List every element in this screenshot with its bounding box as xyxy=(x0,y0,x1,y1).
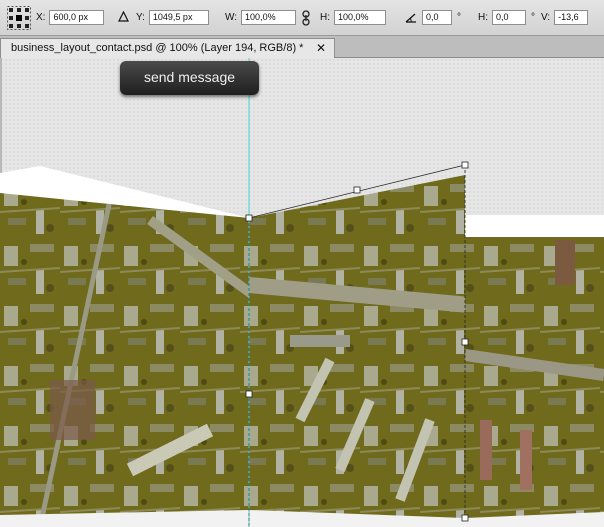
aerial-photo-right xyxy=(465,237,604,527)
hskew-label: H: xyxy=(478,12,488,23)
vskew-field[interactable]: -13,6 xyxy=(554,10,589,25)
w-label: W: xyxy=(225,12,238,23)
paper-strip-right xyxy=(465,215,604,238)
hskew-degree: ° xyxy=(531,12,535,23)
document-tab-strip: business_layout_contact.psd @ 100% (Laye… xyxy=(0,36,604,58)
options-bar: X: 600,0 px Y: 1049,5 px W: 100,0% H: 10… xyxy=(0,0,604,36)
y-field[interactable]: 1049,5 px xyxy=(148,10,209,25)
aerial-photo-left xyxy=(0,193,249,527)
angle-group: 0,0 ° xyxy=(422,10,465,25)
h-group: H: 100,0% xyxy=(320,10,386,25)
vskew-label: V: xyxy=(541,12,551,23)
x-field[interactable]: 600,0 px xyxy=(49,10,105,25)
angle-degree: ° xyxy=(457,12,461,23)
reference-point-icon[interactable] xyxy=(7,6,31,30)
y-label: Y: xyxy=(136,12,145,23)
vskew-group: V: -13,6 xyxy=(541,10,589,25)
document-tab-title: business_layout_contact.psd @ 100% (Laye… xyxy=(11,42,304,54)
angle-field[interactable]: 0,0 xyxy=(422,10,452,25)
h-label: H: xyxy=(320,12,330,23)
hskew-field[interactable]: 0,0 xyxy=(492,10,526,25)
w-group: W: 100,0% xyxy=(225,10,297,25)
w-field[interactable]: 100,0% xyxy=(241,10,297,25)
document-tab[interactable]: business_layout_contact.psd @ 100% (Laye… xyxy=(0,38,335,58)
link-icon[interactable] xyxy=(300,10,312,26)
x-label: X: xyxy=(36,12,46,23)
close-icon[interactable]: ✕ xyxy=(316,39,326,58)
aerial-photo-middle xyxy=(249,175,465,527)
angle-icon xyxy=(405,13,416,23)
x-group: X: 600,0 px xyxy=(36,10,105,25)
delta-icon xyxy=(118,11,129,22)
canvas-artwork xyxy=(0,58,604,527)
y-group: Y: 1049,5 px xyxy=(136,10,209,25)
send-message-button[interactable]: send message xyxy=(120,61,259,95)
hskew-group: H: 0,0 ° xyxy=(478,10,539,25)
h-field[interactable]: 100,0% xyxy=(334,10,386,25)
